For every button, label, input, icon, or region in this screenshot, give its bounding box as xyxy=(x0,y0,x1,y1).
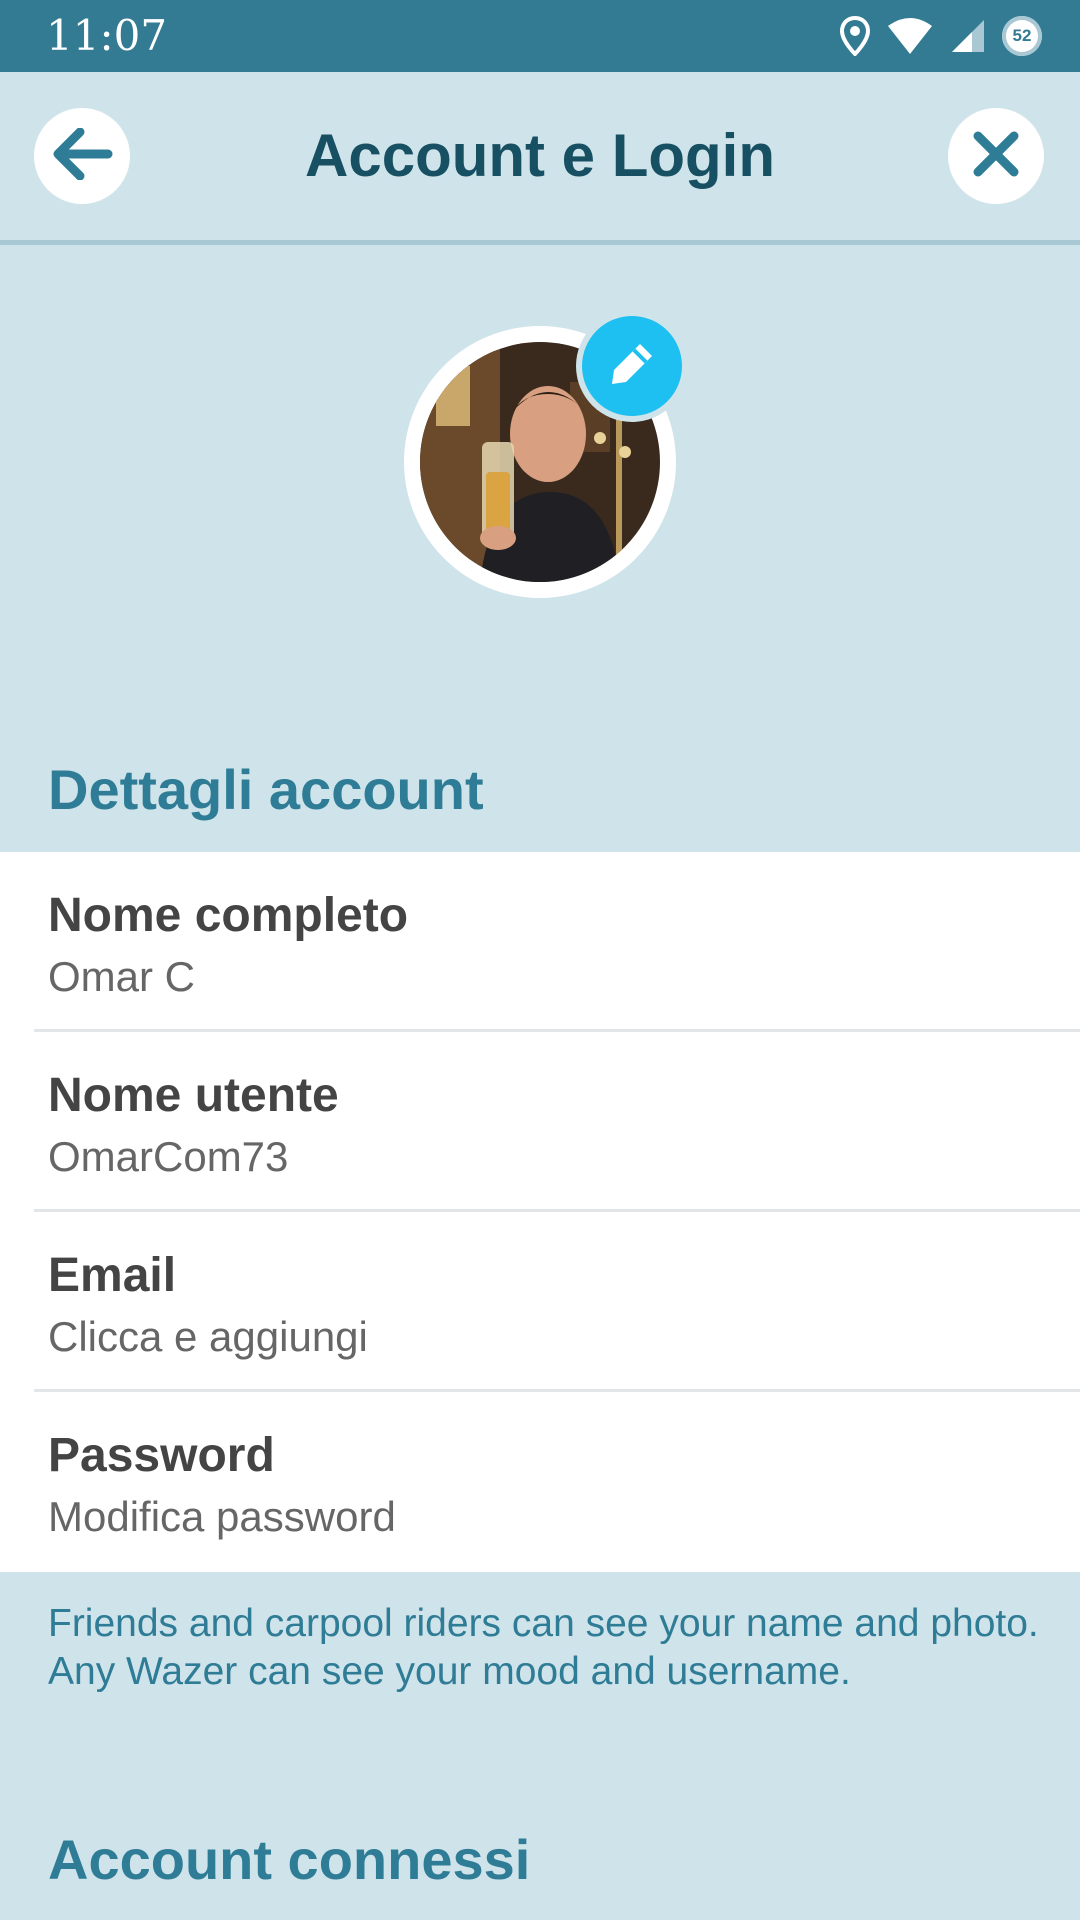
location-icon xyxy=(840,16,870,56)
row-value: Omar C xyxy=(48,953,195,1000)
row-label: Nome utente xyxy=(48,1069,339,1122)
top-app-bar: Account e Login xyxy=(0,72,1080,245)
password-row[interactable]: Password Modifica password xyxy=(0,1392,1080,1572)
edit-photo-badge xyxy=(582,316,682,416)
cell-signal-icon xyxy=(950,18,986,54)
account-details-heading: Dettagli account xyxy=(48,758,484,821)
back-button[interactable] xyxy=(34,108,130,204)
email-row[interactable]: Email Clicca e aggiungi xyxy=(0,1212,1080,1392)
edit-photo-button[interactable] xyxy=(576,310,688,422)
arrow-left-icon xyxy=(50,127,114,185)
wifi-icon xyxy=(886,16,934,56)
row-label: Email xyxy=(48,1249,177,1302)
page-title: Account e Login xyxy=(305,122,775,189)
privacy-note: Friends and carpool riders can see your … xyxy=(48,1602,1039,1693)
row-value: OmarCom73 xyxy=(48,1133,289,1180)
status-bar: 11:07 52 xyxy=(0,0,1080,72)
close-icon xyxy=(973,131,1019,182)
status-icons: 52 xyxy=(840,12,1042,60)
row-value: Modifica password xyxy=(48,1493,396,1540)
pencil-icon xyxy=(606,338,658,395)
username-row[interactable]: Nome utente OmarCom73 xyxy=(0,1032,1080,1212)
profile-photo-area xyxy=(404,310,688,598)
close-button[interactable] xyxy=(948,108,1044,204)
row-label: Nome completo xyxy=(48,889,409,942)
connected-accounts-heading: Account connessi xyxy=(48,1828,531,1891)
row-label: Password xyxy=(48,1429,275,1482)
row-value: Clicca e aggiungi xyxy=(48,1313,368,1360)
status-time: 11:07 xyxy=(46,11,168,60)
full-name-row[interactable]: Nome completo Omar C xyxy=(0,852,1080,1032)
battery-saver-icon: 52 xyxy=(1002,16,1042,56)
account-details-list: Nome completo Omar C Nome utente OmarCom… xyxy=(0,852,1080,1572)
